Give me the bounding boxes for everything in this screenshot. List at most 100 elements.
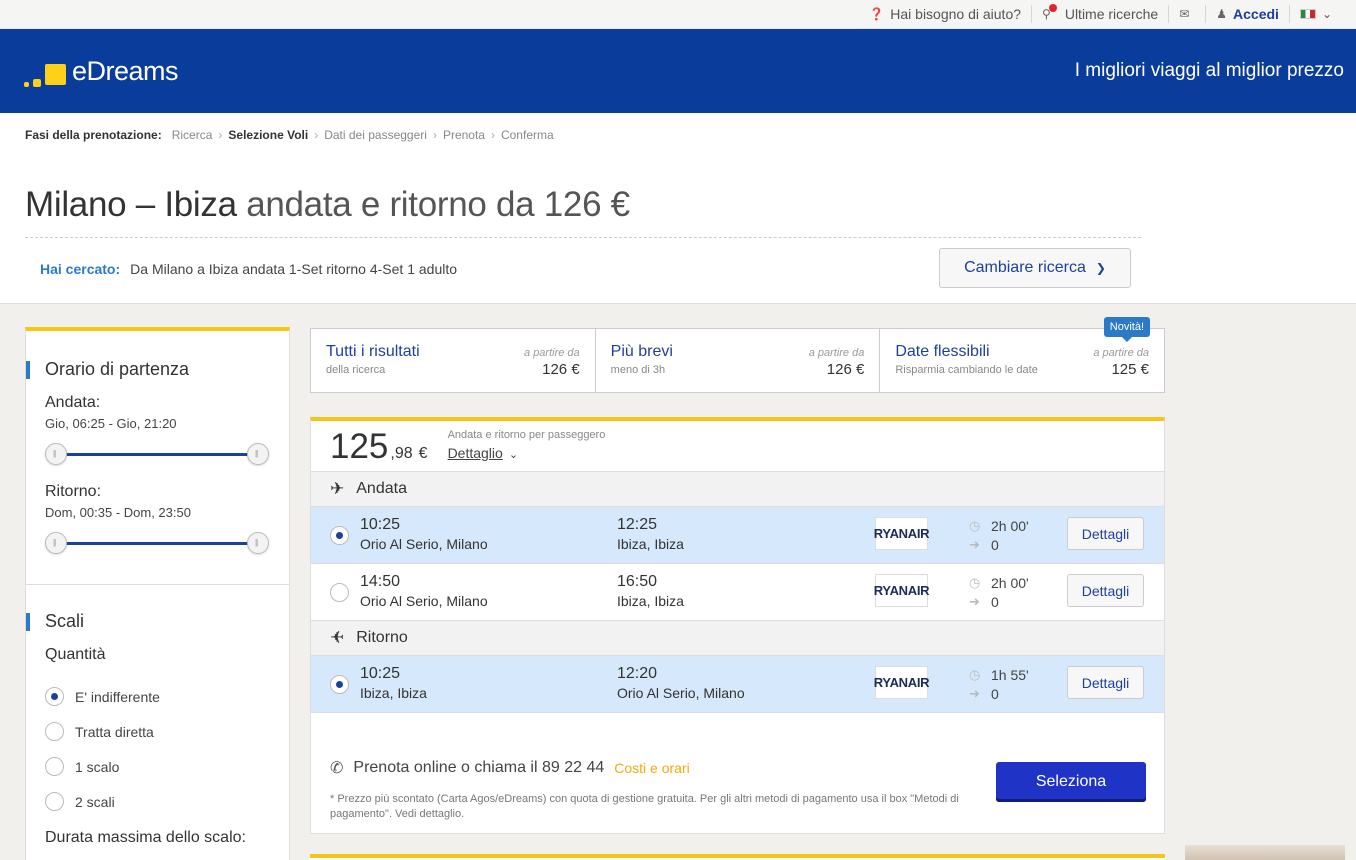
arrival-place: Orio Al Serio, Milano bbox=[617, 685, 745, 701]
stops-option-two[interactable]: 2 scali bbox=[45, 784, 269, 819]
arrival-info: 12:25 Ibiza, Ibiza bbox=[617, 516, 684, 552]
flight-result-card: 125 ,98 € Andata e ritorno per passegger… bbox=[310, 417, 1165, 834]
tagline: I migliori viaggi al miglior prezzo bbox=[1074, 60, 1344, 81]
clock-icon: ◷ bbox=[969, 517, 981, 533]
outbound-label: Andata: bbox=[45, 394, 101, 411]
arrival-time: 16:50 bbox=[617, 573, 658, 590]
flight-details-button[interactable]: Dettagli bbox=[1067, 574, 1144, 607]
return-time-slider[interactable] bbox=[45, 528, 269, 558]
departure-place: Ibiza, Ibiza bbox=[360, 685, 427, 701]
price-note: Andata e ritorno per passeggero bbox=[447, 429, 606, 441]
edreams-logo[interactable]: eDreams bbox=[24, 56, 179, 87]
arrival-info: 16:50 Ibiza, Ibiza bbox=[617, 573, 684, 609]
arrival-place: Ibiza, Ibiza bbox=[617, 593, 684, 609]
call-text: Prenota online o chiama il 89 22 44 bbox=[353, 759, 605, 776]
tab-from-label: a partire da bbox=[524, 347, 580, 359]
flight-option[interactable]: 10:25 Ibiza, Ibiza 12:20 Orio Al Serio, … bbox=[311, 656, 1164, 713]
airplane-icon: ✈ bbox=[330, 479, 345, 498]
tab-shortest[interactable]: Più brevi meno di 3h a partire da 126 € bbox=[594, 329, 880, 392]
user-icon: ♟ bbox=[1216, 7, 1228, 21]
chevron-down-icon: ⌄ bbox=[1321, 7, 1332, 21]
outbound-segment-header: ✈ Andata bbox=[311, 472, 1164, 507]
airline-logo: RYANAIR bbox=[874, 666, 930, 699]
outbound-time-slider[interactable] bbox=[45, 439, 269, 469]
clock-icon: ◷ bbox=[969, 666, 981, 682]
price-decimal: ,98 bbox=[390, 445, 413, 462]
costs-and-hours-link[interactable]: Costi e orari bbox=[614, 760, 689, 776]
help-link[interactable]: ❓ Hai bisogno di aiuto? bbox=[859, 5, 1031, 23]
login-link[interactable]: ♟ Accedi bbox=[1205, 5, 1289, 23]
filters-sidebar: Orario di partenza Andata: Gio, 06:25 - … bbox=[25, 327, 290, 860]
recent-searches-label: Ultime ricerche bbox=[1064, 6, 1159, 22]
stops-value: 0 bbox=[991, 685, 999, 702]
departure-place: Orio Al Serio, Milano bbox=[360, 593, 488, 609]
arrow-right-icon: ➜ bbox=[969, 593, 980, 609]
radio-unselected[interactable] bbox=[45, 757, 64, 776]
help-icon: ❓ bbox=[869, 7, 885, 21]
price-info: Andata e ritorno per passeggero Dettagli… bbox=[448, 429, 606, 461]
stops-option-any[interactable]: E' indifferente bbox=[45, 679, 269, 714]
return-segment-label: Ritorno bbox=[356, 629, 408, 646]
arrival-info: 12:20 Orio Al Serio, Milano bbox=[617, 665, 745, 701]
flight-details-button[interactable]: Dettagli bbox=[1067, 666, 1144, 699]
flight-option[interactable]: 14:50 Orio Al Serio, Milano 16:50 Ibiza,… bbox=[311, 564, 1164, 621]
fine-print: * Prezzo più scontato (Carta Agos/eDream… bbox=[330, 793, 959, 820]
flight-duration: ◷ 2h 00' ➜ 0 bbox=[969, 516, 1029, 554]
arrow-right-icon: ➜ bbox=[969, 685, 980, 701]
flight-radio[interactable] bbox=[330, 583, 349, 602]
price-detail-toggle[interactable]: Dettaglio ⌄ bbox=[448, 445, 606, 461]
change-search-button[interactable]: Cambiare ricerca ❯ bbox=[939, 248, 1131, 288]
search-summary: Hai cercato: Da Milano a Ibiza andata 1-… bbox=[25, 238, 1141, 300]
flight-duration: ◷ 2h 00' ➜ 0 bbox=[969, 573, 1029, 611]
duration-value: 2h 00' bbox=[991, 574, 1029, 591]
slider-handle-max[interactable] bbox=[247, 443, 269, 465]
tab-price: 125 € bbox=[1111, 361, 1150, 378]
email-link[interactable]: ✉ bbox=[1168, 5, 1205, 23]
booking-steps: Fasi della prenotazione: Ricerca › Selezi… bbox=[25, 128, 554, 142]
select-button[interactable]: Seleziona bbox=[996, 762, 1146, 802]
clock-icon: ◷ bbox=[969, 574, 981, 590]
booking-steps-label: Fasi della prenotazione: bbox=[25, 128, 162, 142]
page-title: Milano – Ibiza andata e ritorno da 126 € bbox=[25, 185, 1141, 238]
flight-radio[interactable] bbox=[330, 526, 349, 545]
return-segment-header: ✈ Ritorno bbox=[311, 621, 1164, 656]
return-range: Dom, 00:35 - Dom, 23:50 bbox=[45, 505, 191, 520]
results-tabs: Tutti i risultati della ricerca a partir… bbox=[310, 317, 1165, 393]
radio-unselected[interactable] bbox=[45, 792, 64, 811]
stops-option-direct[interactable]: Tratta diretta bbox=[45, 714, 269, 749]
recent-searches-link[interactable]: ⚲ Ultime ricerche bbox=[1031, 4, 1168, 23]
radio-selected[interactable] bbox=[45, 687, 64, 706]
tab-flexible-dates[interactable]: Novità! Date flessibili Risparmia cambia… bbox=[879, 317, 1164, 392]
outbound-range: Gio, 06:25 - Gio, 21:20 bbox=[45, 416, 177, 431]
arrow-right-icon: ➜ bbox=[969, 536, 980, 552]
step-book: Prenota bbox=[442, 128, 485, 142]
slider-handle-max[interactable] bbox=[247, 532, 269, 554]
step-passengers: Dati dei passeggeri bbox=[324, 128, 427, 142]
departure-time: 10:25 bbox=[360, 665, 401, 682]
slider-handle-min[interactable] bbox=[45, 443, 67, 465]
price-integer: 125 bbox=[330, 427, 389, 466]
search-summary-label: Hai cercato: bbox=[40, 261, 121, 277]
departure-info: 10:25 Ibiza, Ibiza bbox=[360, 665, 427, 701]
departure-time-filter: Orario di partenza Andata: Gio, 06:25 - … bbox=[26, 331, 289, 558]
next-result-card bbox=[310, 854, 1165, 860]
language-selector[interactable]: ⌄ bbox=[1288, 5, 1342, 23]
route-summary: andata e ritorno da 126 € bbox=[246, 185, 630, 224]
logo-mark-icon bbox=[24, 57, 68, 87]
route-cities: Milano – Ibiza bbox=[25, 185, 237, 224]
help-label: Hai bisogno di aiuto? bbox=[890, 6, 1022, 22]
step-search[interactable]: Ricerca bbox=[172, 128, 213, 142]
departure-time: 14:50 bbox=[360, 573, 401, 590]
main-header: eDreams I migliori viaggi al miglior pre… bbox=[0, 29, 1356, 113]
price-detail-label: Dettaglio bbox=[447, 445, 503, 461]
change-search-label: Cambiare ricerca bbox=[964, 259, 1086, 276]
slider-handle-min[interactable] bbox=[45, 532, 67, 554]
radio-unselected[interactable] bbox=[45, 722, 64, 741]
max-stop-duration-label: Durata massima dello scalo: bbox=[45, 829, 246, 846]
tab-all-results[interactable]: Tutti i risultati della ricerca a partir… bbox=[311, 329, 595, 392]
flight-radio[interactable] bbox=[330, 675, 349, 694]
flight-option[interactable]: 10:25 Orio Al Serio, Milano 12:25 Ibiza,… bbox=[311, 507, 1164, 564]
flight-details-button[interactable]: Dettagli bbox=[1067, 517, 1144, 550]
stops-option-one[interactable]: 1 scalo bbox=[45, 749, 269, 784]
italy-flag-icon bbox=[1299, 9, 1316, 19]
